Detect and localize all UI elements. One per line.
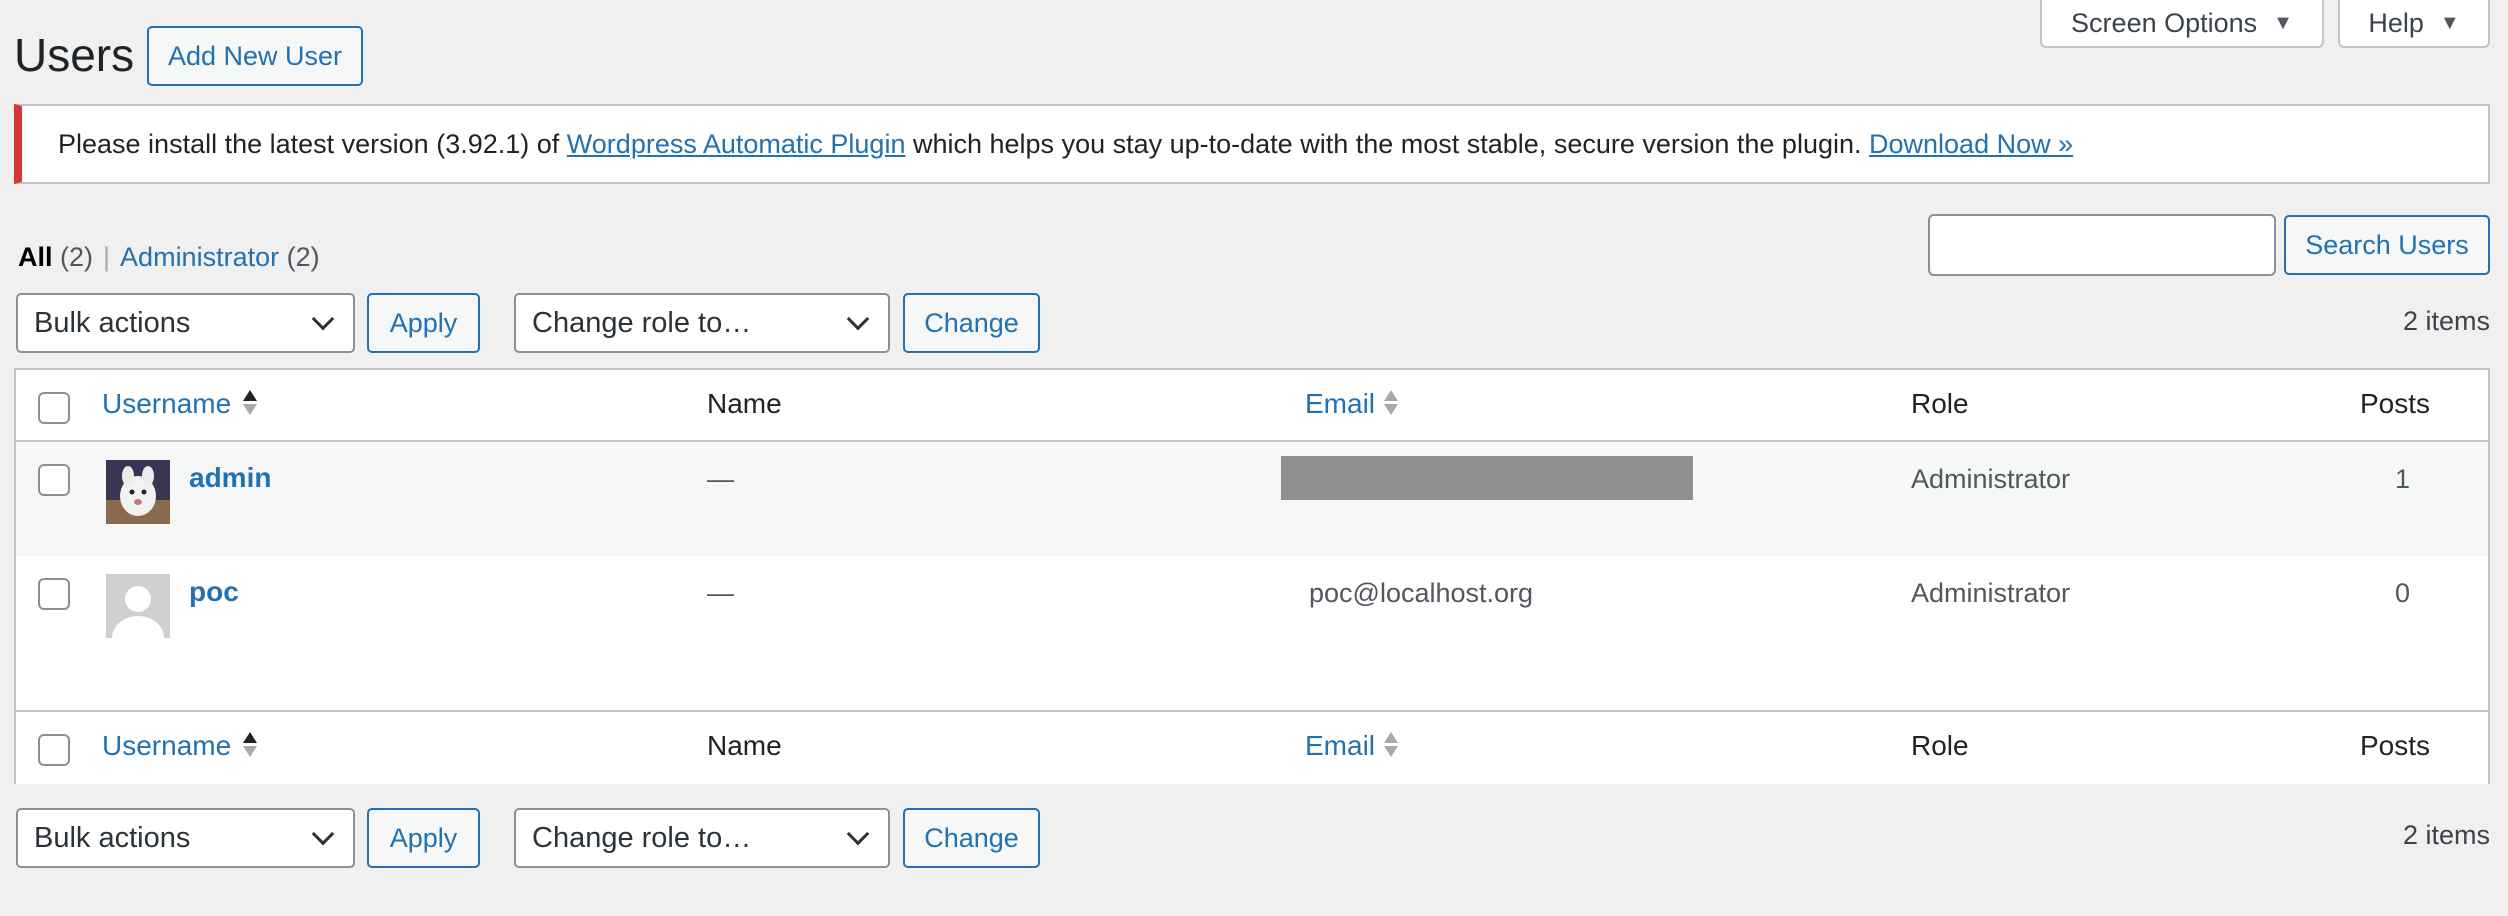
table-header: Username Name Email Role Posts bbox=[16, 370, 2488, 442]
column-posts: Posts bbox=[2360, 388, 2431, 419]
screen-options-label: Screen Options bbox=[2071, 7, 2258, 38]
add-new-user-button[interactable]: Add New User bbox=[147, 26, 363, 86]
plugin-update-notice: Please install the latest version (3.92.… bbox=[14, 104, 2490, 184]
column-role: Role bbox=[1911, 730, 1969, 761]
change-role-button-bottom[interactable]: Change bbox=[903, 808, 1040, 868]
filter-all[interactable]: All (2) bbox=[18, 242, 93, 273]
row-checkbox[interactable] bbox=[38, 464, 70, 496]
plugin-link[interactable]: Wordpress Automatic Plugin bbox=[567, 129, 906, 160]
change-role-value: Change role to… bbox=[532, 821, 752, 854]
select-all-checkbox[interactable] bbox=[38, 392, 70, 424]
posts-cell: 0 bbox=[2395, 578, 2411, 608]
caret-down-icon: ▼ bbox=[2439, 11, 2460, 34]
chevron-down-icon bbox=[846, 822, 870, 846]
column-email[interactable]: Email bbox=[1305, 388, 1375, 420]
column-role: Role bbox=[1911, 388, 1969, 419]
table-row: poc — poc@localhost.org Administrator 0 bbox=[16, 556, 2488, 710]
bulk-actions-select-bottom[interactable]: Bulk actions bbox=[16, 808, 355, 868]
sort-icon bbox=[1384, 390, 1398, 415]
chevron-down-icon bbox=[311, 307, 335, 331]
sort-icon bbox=[1384, 732, 1398, 757]
user-role-filters: All (2) | Administrator (2) bbox=[18, 242, 320, 273]
search-users-input[interactable] bbox=[1928, 214, 2276, 276]
avatar bbox=[106, 460, 170, 524]
change-role-select[interactable]: Change role to… bbox=[514, 293, 890, 353]
role-cell: Administrator bbox=[1911, 578, 2071, 608]
change-role-value: Change role to… bbox=[532, 306, 752, 339]
select-all-checkbox[interactable] bbox=[38, 734, 70, 766]
column-name: Name bbox=[707, 730, 782, 761]
name-cell: — bbox=[707, 464, 734, 494]
screen-options-button[interactable]: Screen Options ▼ bbox=[2040, 0, 2324, 48]
bulk-actions-value: Bulk actions bbox=[34, 306, 191, 339]
apply-button-bottom[interactable]: Apply bbox=[367, 808, 480, 868]
chevron-down-icon bbox=[846, 307, 870, 331]
column-name: Name bbox=[707, 388, 782, 419]
filter-separator: | bbox=[103, 242, 111, 272]
posts-link[interactable]: 1 bbox=[2395, 464, 2410, 495]
page-title: Users bbox=[14, 29, 135, 81]
redacted-email bbox=[1281, 456, 1693, 500]
row-checkbox[interactable] bbox=[38, 578, 70, 610]
notice-text-before: Please install the latest version (3.92.… bbox=[58, 128, 560, 159]
role-cell: Administrator bbox=[1911, 464, 2071, 494]
username-link[interactable]: admin bbox=[189, 462, 271, 494]
notice-text-after: which helps you stay up-to-date with the… bbox=[912, 128, 1862, 159]
bulk-actions-select[interactable]: Bulk actions bbox=[16, 293, 355, 353]
table-footer: Username Name Email Role Posts bbox=[16, 710, 2488, 784]
change-role-select-bottom[interactable]: Change role to… bbox=[514, 808, 890, 868]
name-cell: — bbox=[707, 578, 734, 608]
column-username[interactable]: Username bbox=[102, 730, 231, 762]
caret-down-icon: ▼ bbox=[2273, 11, 2293, 34]
search-users-button[interactable]: Search Users bbox=[2284, 215, 2490, 275]
sort-icon bbox=[243, 732, 257, 757]
apply-button[interactable]: Apply bbox=[367, 293, 480, 353]
download-now-link[interactable]: Download Now » bbox=[1869, 129, 2073, 160]
column-username[interactable]: Username bbox=[102, 388, 231, 420]
bulk-actions-value: Bulk actions bbox=[34, 821, 191, 854]
change-role-button[interactable]: Change bbox=[903, 293, 1040, 353]
help-button[interactable]: Help ▼ bbox=[2338, 0, 2490, 48]
username-link[interactable]: poc bbox=[189, 576, 239, 608]
chevron-down-icon bbox=[311, 822, 335, 846]
filter-administrator[interactable]: Administrator (2) bbox=[120, 242, 320, 273]
table-row: admin — Administrator 1 bbox=[16, 442, 2488, 556]
column-posts: Posts bbox=[2360, 730, 2431, 761]
default-avatar-icon bbox=[106, 574, 170, 638]
users-table: Username Name Email Role Posts admin — A… bbox=[14, 368, 2490, 784]
help-label: Help bbox=[2368, 7, 2424, 38]
column-email[interactable]: Email bbox=[1305, 730, 1375, 762]
sort-icon bbox=[243, 390, 257, 415]
email-link[interactable]: poc@localhost.org bbox=[1309, 578, 1533, 609]
items-count-bottom: 2 items bbox=[2402, 820, 2490, 850]
items-count: 2 items bbox=[2402, 306, 2490, 336]
